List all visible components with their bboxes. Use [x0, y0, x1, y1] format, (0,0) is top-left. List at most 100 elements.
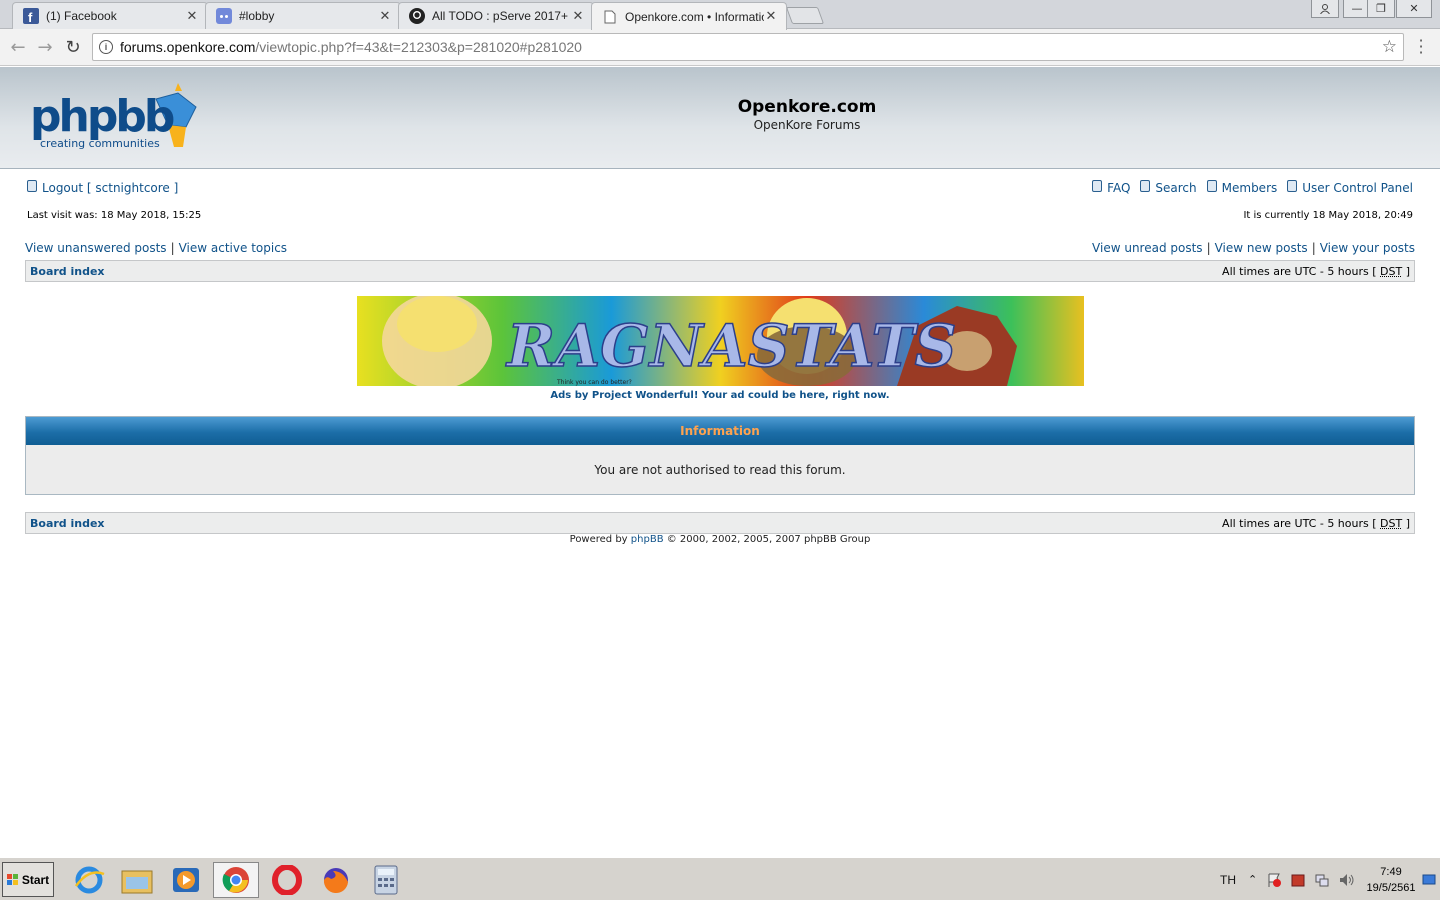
faq-link[interactable]: FAQ: [1092, 180, 1131, 195]
ad-banner[interactable]: RAGNASTATS Think you can do better?: [357, 296, 1084, 386]
network-icon[interactable]: [1314, 858, 1330, 901]
timezone-prefix: All times are UTC - 5 hours [: [1222, 516, 1377, 530]
tab-title: #lobby: [239, 9, 275, 23]
powered-prefix: Powered by: [569, 534, 628, 545]
logo-tagline: creating communities: [40, 137, 160, 150]
forward-arrow-icon[interactable]: →: [35, 37, 55, 58]
new-tab-button[interactable]: [785, 7, 825, 24]
file-explorer-icon[interactable]: [114, 862, 160, 898]
close-icon[interactable]: ✕: [571, 9, 585, 24]
view-new-link[interactable]: View new posts: [1215, 241, 1308, 255]
members-label: Members: [1221, 181, 1278, 195]
calculator-icon[interactable]: [363, 862, 409, 898]
phpbb-link[interactable]: phpBB: [631, 534, 664, 545]
address-bar[interactable]: i forums.openkore.com/viewtopic.php?f=43…: [92, 33, 1404, 61]
logout-icon: [27, 180, 37, 192]
close-icon[interactable]: ✕: [764, 9, 778, 24]
information-panel: Information You are not authorised to re…: [25, 416, 1415, 495]
close-icon[interactable]: ✕: [185, 9, 199, 24]
ucp-label: User Control Panel: [1302, 181, 1413, 195]
system-clock[interactable]: 7:49 19/5/2561: [1362, 864, 1420, 896]
show-desktop-icon[interactable]: [1422, 858, 1436, 901]
browser-tabstrip: f (1) Facebook ✕ #lobby ✕ All TODO : pSe…: [0, 0, 1440, 30]
view-unanswered-link[interactable]: View unanswered posts: [25, 241, 167, 255]
timezone-prefix: All times are UTC - 5 hours [: [1222, 264, 1377, 278]
language-indicator[interactable]: TH: [1220, 858, 1236, 901]
members-icon: [1206, 180, 1217, 192]
banner-tagline: Think you can do better?: [556, 379, 632, 386]
faq-label: FAQ: [1107, 181, 1131, 195]
media-player-icon[interactable]: [163, 862, 209, 898]
start-button[interactable]: Start: [2, 862, 54, 897]
powered-by: Powered by phpBB © 2000, 2002, 2005, 200…: [25, 534, 1415, 545]
url-host: forums.openkore.com: [120, 39, 256, 55]
phpbb-logo[interactable]: phpbb creating communities: [28, 81, 203, 153]
bookmark-star-icon[interactable]: ☆: [1382, 37, 1397, 57]
browser-menu-icon[interactable]: · · ·: [1416, 33, 1426, 61]
github-icon: [409, 8, 425, 24]
tray-flag-icon[interactable]: [1266, 858, 1282, 901]
information-message: You are not authorised to read this foru…: [594, 463, 846, 477]
tab-facebook[interactable]: f (1) Facebook ✕: [12, 2, 208, 29]
tab-title: (1) Facebook: [46, 9, 117, 23]
view-unread-link[interactable]: View unread posts: [1092, 241, 1203, 255]
board-index-link[interactable]: Board index: [30, 265, 105, 278]
site-description: OpenKore Forums: [753, 118, 861, 132]
chrome-icon[interactable]: [213, 862, 259, 898]
search-icon: [1140, 180, 1151, 192]
firefox-icon[interactable]: [313, 862, 359, 898]
search-link[interactable]: Search: [1140, 180, 1197, 195]
tab-title: Openkore.com • Informatio: [625, 9, 764, 24]
volume-icon[interactable]: [1338, 858, 1356, 901]
page-icon: [602, 9, 618, 25]
bottom-navbar: Board index All times are UTC - 5 hours …: [25, 512, 1415, 534]
user-profile-icon[interactable]: [1311, 0, 1339, 18]
internet-explorer-icon[interactable]: [66, 862, 112, 898]
view-your-posts-link[interactable]: View your posts: [1320, 241, 1415, 255]
tray-expand-icon[interactable]: ⌃: [1248, 858, 1257, 901]
opera-icon[interactable]: [264, 862, 310, 898]
last-visit: Last visit was: 18 May 2018, 15:25: [27, 210, 202, 221]
clock-time: 7:49: [1380, 866, 1402, 878]
timezone-info: All times are UTC - 5 hours [ DST ]: [1222, 517, 1410, 530]
search-label: Search: [1155, 181, 1197, 195]
close-icon[interactable]: ✕: [378, 9, 392, 24]
svg-text:f: f: [28, 10, 33, 24]
view-active-link[interactable]: View active topics: [179, 241, 287, 255]
reload-icon[interactable]: ↻: [63, 37, 83, 58]
discord-icon: [216, 8, 232, 24]
dst-label: DST: [1380, 516, 1403, 530]
ucp-link[interactable]: User Control Panel: [1287, 180, 1413, 195]
tray-security-icon[interactable]: [1290, 858, 1306, 901]
tab-github[interactable]: All TODO : pServe 2017+ ✕: [398, 2, 594, 29]
url-path: /viewtopic.php?f=43&t=212303&p=281020#p2…: [255, 39, 582, 55]
start-label: Start: [21, 872, 50, 887]
current-time: It is currently 18 May 2018, 20:49: [1243, 210, 1413, 221]
ad-attribution-link[interactable]: Ads by Project Wonderful! Your ad could …: [25, 390, 1415, 401]
tab-title: All TODO : pServe 2017+: [432, 9, 568, 23]
forum-header: phpbb creating communities Openkore.com …: [0, 67, 1440, 169]
board-index-link[interactable]: Board index: [30, 517, 105, 530]
faq-icon: [1092, 180, 1103, 192]
site-title: Openkore.com: [737, 97, 877, 117]
restore-icon[interactable]: ❐: [1367, 0, 1395, 18]
facebook-icon: f: [23, 8, 39, 24]
tab-discord[interactable]: #lobby ✕: [205, 2, 401, 29]
browser-toolbar: ← → ↻ i forums.openkore.com/viewtopic.ph…: [0, 29, 1440, 66]
window-close-icon[interactable]: ✕: [1396, 0, 1432, 18]
timezone-suffix: ]: [1405, 516, 1410, 530]
tab-openkore[interactable]: Openkore.com • Informatio ✕: [591, 2, 787, 30]
ucp-icon: [1287, 180, 1298, 192]
logout-link[interactable]: Logout [ sctnightcore ]: [27, 180, 178, 195]
top-navbar: Board index All times are UTC - 5 hours …: [25, 260, 1415, 282]
banner-text: RAGNASTATS: [505, 312, 957, 380]
clock-date: 19/5/2561: [1366, 882, 1416, 894]
site-info-icon[interactable]: i: [99, 40, 113, 54]
timezone-info: All times are UTC - 5 hours [ DST ]: [1222, 265, 1410, 278]
powered-suffix: © 2000, 2002, 2005, 2007 phpBB Group: [666, 534, 871, 545]
members-link[interactable]: Members: [1206, 180, 1278, 195]
information-title: Information: [26, 417, 1414, 445]
back-arrow-icon[interactable]: ←: [8, 37, 28, 58]
dst-label: DST: [1380, 264, 1403, 278]
windows-flag-icon: [6, 873, 18, 885]
